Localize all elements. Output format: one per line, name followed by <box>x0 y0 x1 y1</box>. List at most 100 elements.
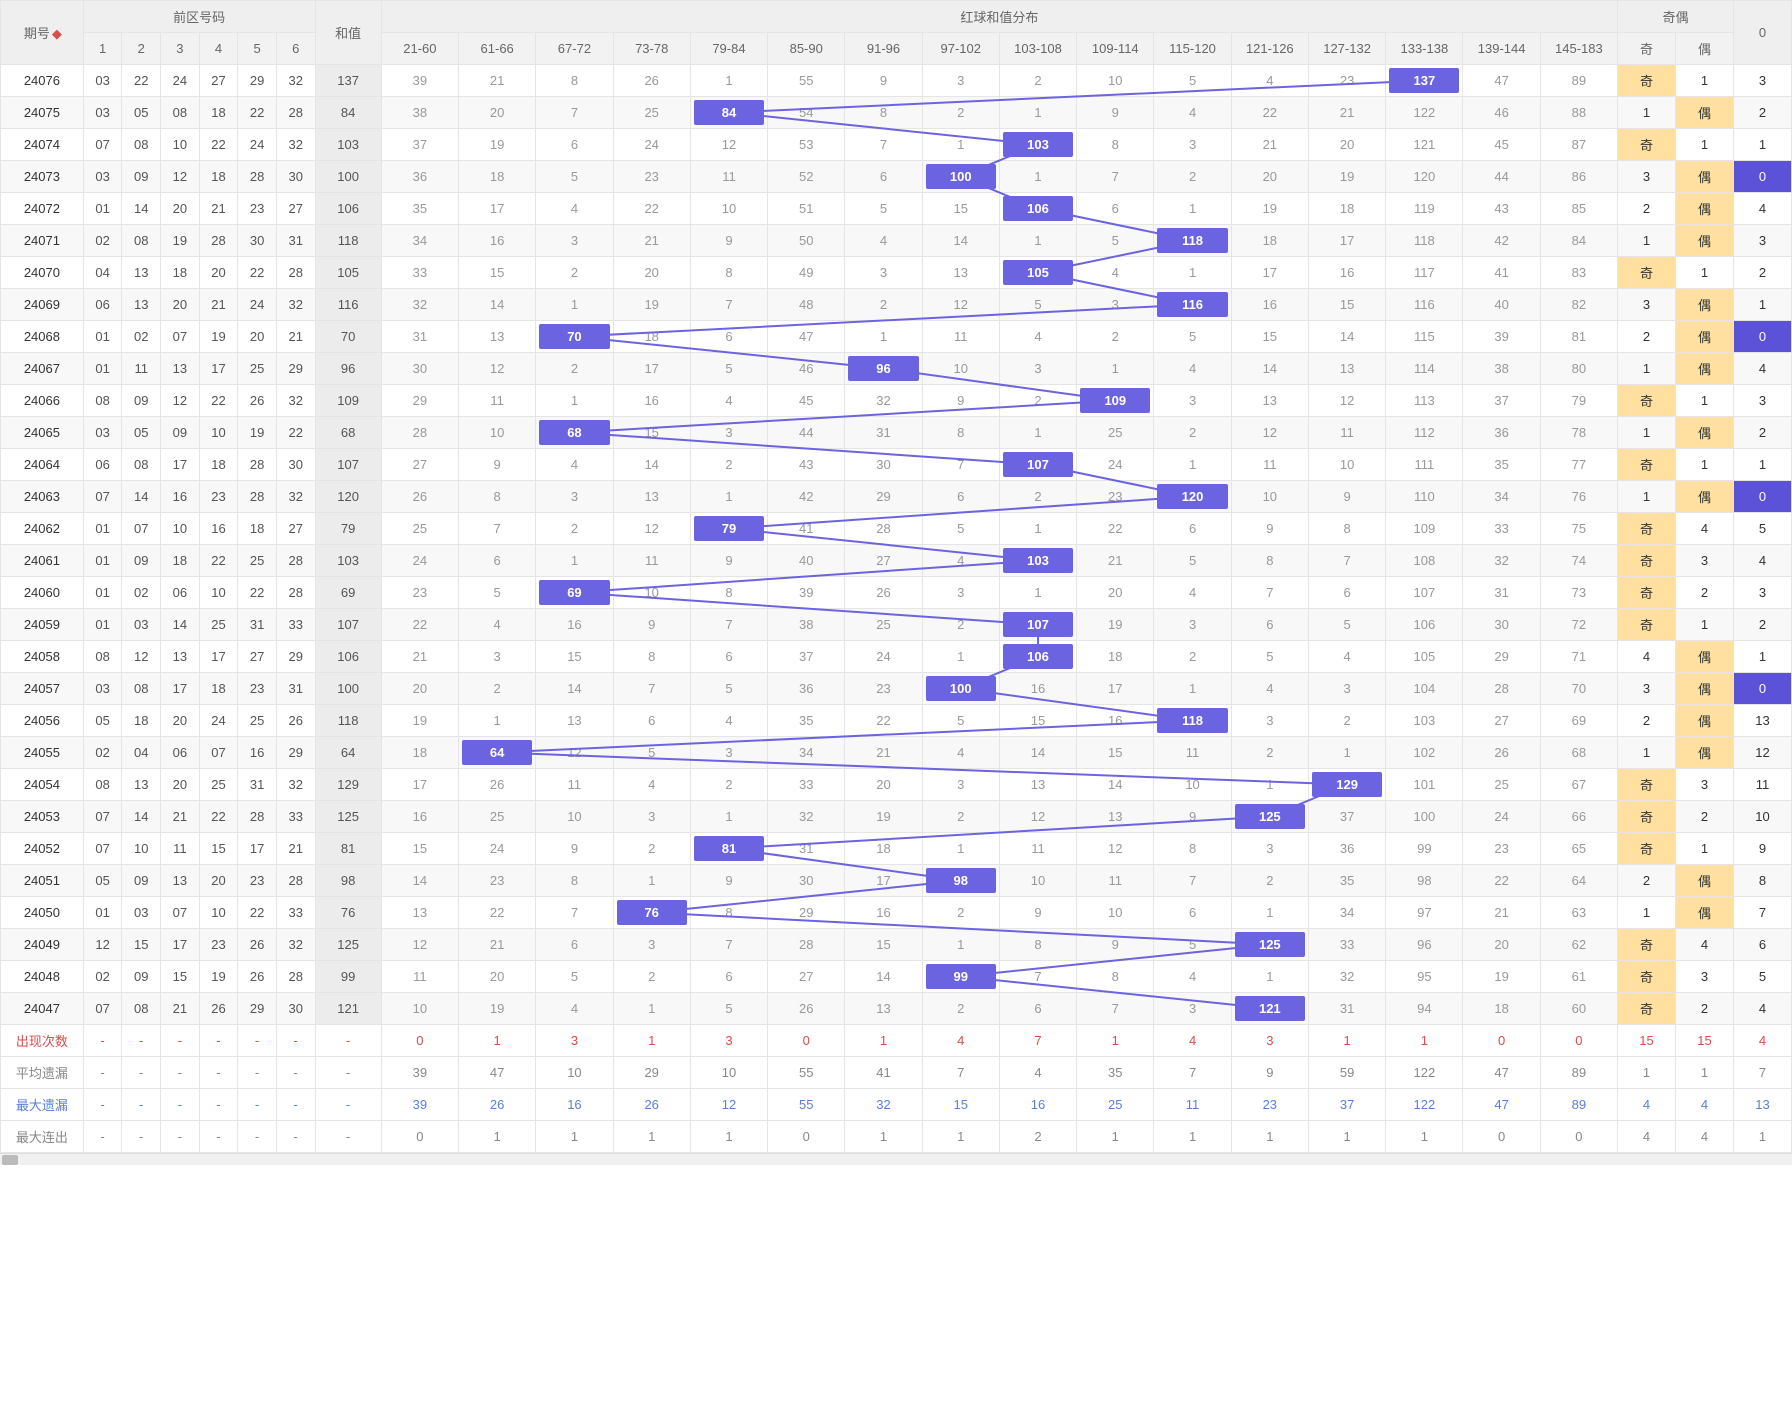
cell-dist: 104 <box>1386 673 1463 705</box>
cell-dist: 11 <box>1077 865 1154 897</box>
col-odd: 奇 <box>1618 33 1676 65</box>
cell-dist: 17 <box>1308 225 1385 257</box>
cell-ball: 19 <box>161 225 200 257</box>
cell-dist: 27 <box>845 545 922 577</box>
cell-dist: 3 <box>1154 129 1231 161</box>
cell-dist: 27 <box>768 961 845 993</box>
cell-dist: 28 <box>768 929 845 961</box>
cell-odd: 1 <box>1618 417 1676 449</box>
cell-dist: 47 <box>1463 65 1540 97</box>
cell-dist: 1 <box>999 97 1076 129</box>
stat-cell: - <box>161 1121 200 1153</box>
cell-qihao: 24063 <box>1 481 84 513</box>
cell-dist: 1 <box>613 993 690 1025</box>
horizontal-scrollbar[interactable] <box>0 1153 1792 1165</box>
cell-ball: 31 <box>276 673 315 705</box>
col-zero: 0 <box>1733 1 1791 65</box>
cell-dist: 8 <box>613 641 690 673</box>
cell-odd: 3 <box>1618 161 1676 193</box>
stat-cell: 1 <box>1154 1121 1231 1153</box>
cell-qihao: 24065 <box>1 417 84 449</box>
cell-ball: 01 <box>83 353 122 385</box>
cell-ball: 01 <box>83 577 122 609</box>
cell-dist: 30 <box>381 353 458 385</box>
cell-dist: 21 <box>613 225 690 257</box>
col-range: 21-60 <box>381 33 458 65</box>
cell-dist: 2 <box>1154 641 1231 673</box>
stat-cell: 89 <box>1540 1089 1617 1121</box>
cell-zero: 1 <box>1733 129 1791 161</box>
cell-dist: 1 <box>613 865 690 897</box>
stat-cell: - <box>122 1025 161 1057</box>
cell-sum: 116 <box>315 289 381 321</box>
scrollbar-thumb[interactable] <box>2 1155 18 1165</box>
table-row: 2405408132025313212917261142332031314101… <box>1 769 1792 801</box>
cell-dist: 18 <box>613 321 690 353</box>
cell-dist: 4 <box>1154 577 1231 609</box>
table-row: 2406201071016182779257212794128512269810… <box>1 513 1792 545</box>
cell-dist: 7 <box>1077 161 1154 193</box>
cell-odd: 1 <box>1618 481 1676 513</box>
stat-cell: 1 <box>613 1025 690 1057</box>
stat-cell: 1 <box>536 1121 613 1153</box>
stat-cell: - <box>161 1089 200 1121</box>
cell-even: 2 <box>1675 577 1733 609</box>
cell-dist: 99 <box>922 961 999 993</box>
cell-dist: 10 <box>613 577 690 609</box>
cell-dist: 22 <box>1077 513 1154 545</box>
cell-odd: 3 <box>1618 673 1676 705</box>
cell-dist: 33 <box>1308 929 1385 961</box>
cell-sum: 137 <box>315 65 381 97</box>
stat-cell: 7 <box>922 1057 999 1089</box>
cell-sum: 118 <box>315 225 381 257</box>
cell-dist: 28 <box>845 513 922 545</box>
cell-dist: 23 <box>1308 65 1385 97</box>
cell-odd: 奇 <box>1618 833 1676 865</box>
cell-dist: 3 <box>1308 673 1385 705</box>
cell-dist: 1 <box>922 929 999 961</box>
col-range: 133-138 <box>1386 33 1463 65</box>
cell-dist: 1 <box>536 545 613 577</box>
cell-dist: 32 <box>845 385 922 417</box>
stat-cell: 47 <box>459 1057 536 1089</box>
cell-dist: 11 <box>459 385 536 417</box>
col-qihao[interactable]: 期号◆ <box>1 1 84 65</box>
cell-dist: 20 <box>845 769 922 801</box>
cell-ball: 01 <box>83 321 122 353</box>
cell-ball: 06 <box>161 577 200 609</box>
cell-dist: 50 <box>768 225 845 257</box>
cell-dist: 21 <box>1231 129 1308 161</box>
cell-ball: 01 <box>83 897 122 929</box>
cell-ball: 02 <box>83 961 122 993</box>
cell-dist: 5 <box>459 577 536 609</box>
cell-dist: 25 <box>1077 417 1154 449</box>
stat-cell: 1 <box>1308 1121 1385 1153</box>
cell-dist: 43 <box>768 449 845 481</box>
cell-qihao: 24049 <box>1 929 84 961</box>
cell-ball: 32 <box>276 769 315 801</box>
stat-cell: 0 <box>1540 1121 1617 1153</box>
cell-dist: 69 <box>1540 705 1617 737</box>
col-range: 127-132 <box>1308 33 1385 65</box>
cell-even: 偶 <box>1675 737 1733 769</box>
cell-dist: 14 <box>613 449 690 481</box>
stat-cell: - <box>161 1057 200 1089</box>
cell-even: 偶 <box>1675 161 1733 193</box>
cell-dist: 75 <box>1540 513 1617 545</box>
cell-dist: 20 <box>1231 161 1308 193</box>
cell-ball: 32 <box>276 289 315 321</box>
cell-ball: 14 <box>122 801 161 833</box>
cell-ball: 09 <box>122 865 161 897</box>
stat-cell: 4 <box>999 1057 1076 1089</box>
cell-odd: 2 <box>1618 321 1676 353</box>
cell-ball: 08 <box>83 641 122 673</box>
cell-ball: 08 <box>122 449 161 481</box>
cell-dist: 3 <box>999 353 1076 385</box>
cell-ball: 12 <box>83 929 122 961</box>
stat-cell: 26 <box>459 1089 536 1121</box>
cell-sum: 69 <box>315 577 381 609</box>
cell-dist: 2 <box>1231 737 1308 769</box>
cell-dist: 18 <box>1077 641 1154 673</box>
cell-dist: 18 <box>1463 993 1540 1025</box>
cell-dist: 129 <box>1308 769 1385 801</box>
